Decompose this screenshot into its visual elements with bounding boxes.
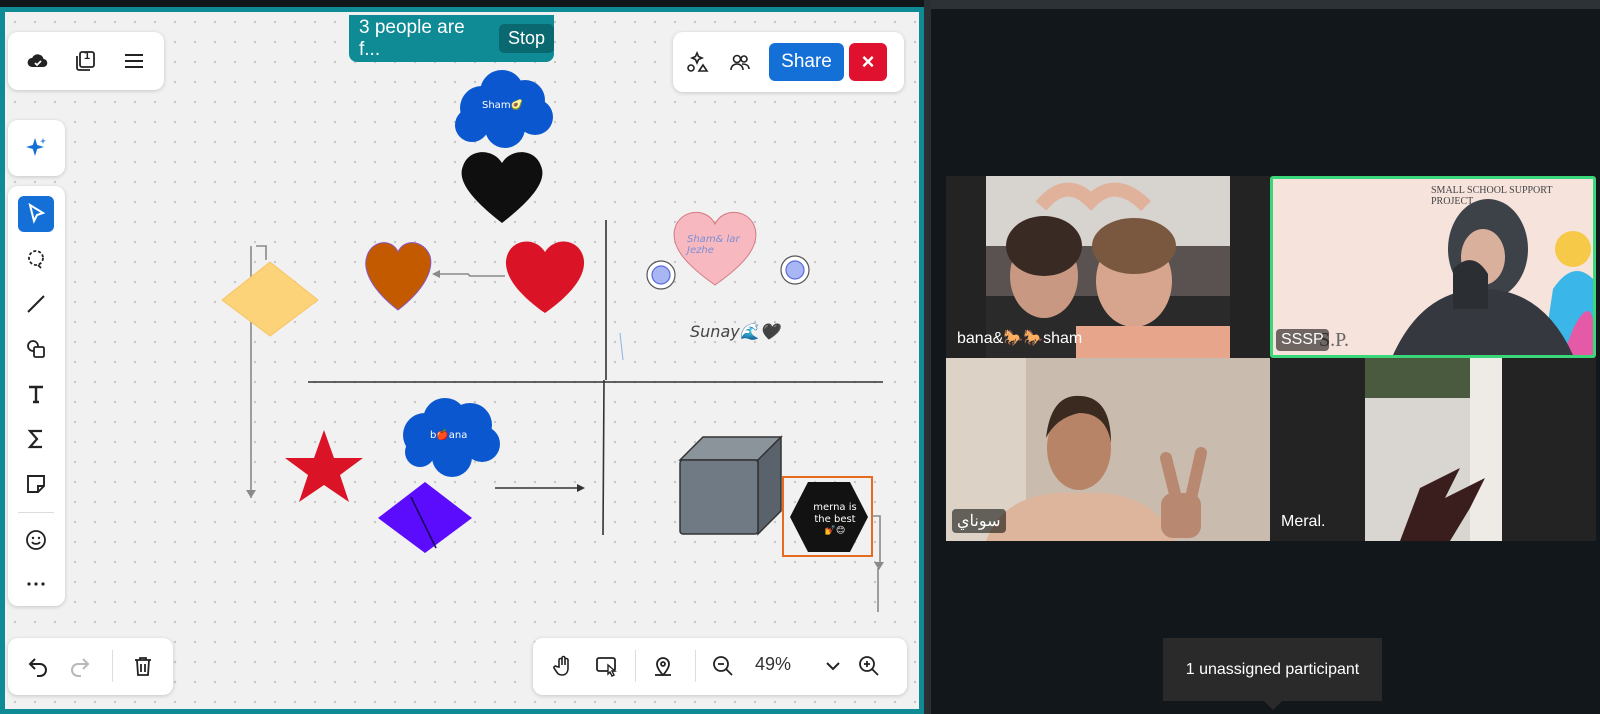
arrow-head <box>246 490 256 498</box>
formula-icon <box>27 429 42 449</box>
more-tools-button[interactable] <box>18 566 54 602</box>
video-tile-meral[interactable]: Meral. <box>1270 358 1596 541</box>
top-right-actions: Share × <box>673 32 904 92</box>
people-icon <box>730 54 750 71</box>
line-icon <box>27 295 45 313</box>
hamburger-menu-icon <box>125 54 143 68</box>
tool-rail-divider <box>18 512 54 513</box>
video-tile-sonay[interactable]: سوناي <box>946 358 1270 541</box>
zoom-menu-button[interactable] <box>815 648 851 684</box>
purple-diamond <box>378 482 472 553</box>
panel-divider[interactable] <box>924 0 931 714</box>
bottom-right-divider-2 <box>695 650 696 682</box>
top-left-toolbar: 1 <box>8 32 164 90</box>
follow-banner: 3 people are f... Stop <box>349 15 554 62</box>
app-root: Sham🥑 b🍎ana Sham& lar Jezhe Sunay🌊🖤 mern… <box>0 0 1600 714</box>
sparkle-shapes-icon <box>687 50 709 72</box>
reactions-button[interactable] <box>679 44 715 80</box>
whiteboard-canvas[interactable]: Sham🥑 b🍎ana Sham& lar Jezhe Sunay🌊🖤 mern… <box>0 7 924 714</box>
emoji-tool-button[interactable] <box>18 522 54 558</box>
formula-tool-button[interactable] <box>18 421 54 457</box>
orange-heart <box>365 242 432 311</box>
hex-label-1: merna is <box>813 502 857 513</box>
sticky-note-icon <box>27 475 45 493</box>
shapes-tool-button[interactable] <box>18 331 54 367</box>
trash-icon <box>135 657 151 676</box>
sticky-note-tool-button[interactable] <box>18 466 54 502</box>
present-follow-button[interactable] <box>589 648 625 684</box>
ai-assist-panel <box>8 120 65 176</box>
left-tool-rail <box>8 186 65 606</box>
close-button[interactable]: × <box>849 43 887 81</box>
text-icon <box>29 385 43 404</box>
stop-following-button[interactable]: Stop <box>498 24 554 53</box>
video-tile-sssp[interactable]: SMALL SCHOOL SUPPORT PROJECT S.P. SSSP <box>1270 176 1596 358</box>
hand-icon <box>553 655 569 676</box>
lasso-tool-button[interactable] <box>18 241 54 277</box>
select-tool-button[interactable] <box>18 196 54 232</box>
sssp-overlay-text: SMALL SCHOOL SUPPORT PROJECT <box>1431 185 1553 207</box>
tooltip-pointer <box>1264 701 1282 710</box>
undo-button[interactable] <box>20 648 56 684</box>
zoom-out-button[interactable] <box>705 648 741 684</box>
participant-name: SSSP <box>1276 329 1329 351</box>
black-heart <box>461 152 543 223</box>
red-star <box>285 430 363 502</box>
line-tool-button[interactable] <box>18 286 54 322</box>
ai-sparkle-icon <box>26 138 46 156</box>
hand-tool-button[interactable] <box>545 648 581 684</box>
locate-button[interactable] <box>645 648 681 684</box>
cloud-bana-label: b🍎ana <box>430 430 468 441</box>
zoom-out-icon <box>713 656 733 676</box>
lasso-icon <box>28 250 44 269</box>
zoom-level[interactable]: 49% <box>755 654 791 675</box>
participant-name: سوناي <box>952 509 1006 533</box>
menu-button[interactable] <box>116 43 152 79</box>
unassigned-participant-tooltip: 1 unassigned participant <box>1163 638 1382 701</box>
more-icon <box>27 582 45 586</box>
target-right <box>780 255 810 285</box>
cloud-save-button[interactable] <box>20 43 56 79</box>
cloud-save-icon <box>27 54 48 68</box>
redo-icon <box>71 658 90 677</box>
pages-count: 1 <box>84 50 91 62</box>
hex-label-2: the best <box>814 514 856 525</box>
bottom-right-divider-1 <box>635 650 636 682</box>
zoom-in-icon <box>859 656 879 676</box>
yellow-diamond <box>221 261 319 337</box>
undo-icon <box>28 658 47 677</box>
sunay-label: Sunay🌊🖤 <box>690 322 780 341</box>
map-pin-icon <box>655 657 671 677</box>
ai-assist-button[interactable] <box>18 130 54 166</box>
bottom-right-toolbar: 49% <box>533 638 907 695</box>
follow-banner-text: 3 people are f... <box>359 16 465 60</box>
chevron-down-icon <box>826 662 840 671</box>
redo-button[interactable] <box>62 648 98 684</box>
hex-label-3: 💅😊 <box>824 526 846 536</box>
bottom-left-toolbar <box>8 638 173 695</box>
red-heart <box>505 241 585 313</box>
participant-name: bana&🐎🐎sham <box>957 330 1083 347</box>
participant-name: Meral. <box>1281 513 1326 530</box>
gray-cube <box>678 435 783 536</box>
target-left <box>646 260 676 290</box>
pink-heart-label: Sham& lar Jezhe <box>687 234 740 256</box>
pages-button[interactable]: 1 <box>67 43 103 79</box>
video-panel-topbar <box>931 0 1600 9</box>
cloud-sham-label: Sham🥑 <box>482 100 524 111</box>
cursor-icon <box>28 202 46 224</box>
zoom-in-button[interactable] <box>851 648 887 684</box>
delete-button[interactable] <box>125 648 161 684</box>
screen-pointer-icon <box>596 657 617 677</box>
shapes-icon <box>27 340 45 358</box>
emoji-icon <box>26 530 46 550</box>
participants-button[interactable] <box>722 44 758 80</box>
bottom-left-divider <box>112 650 113 682</box>
canvas-shapes <box>221 70 884 612</box>
text-tool-button[interactable] <box>18 376 54 412</box>
share-button[interactable]: Share <box>769 43 844 81</box>
video-tile-bana-sham[interactable]: bana&🐎🐎sham <box>946 176 1270 358</box>
